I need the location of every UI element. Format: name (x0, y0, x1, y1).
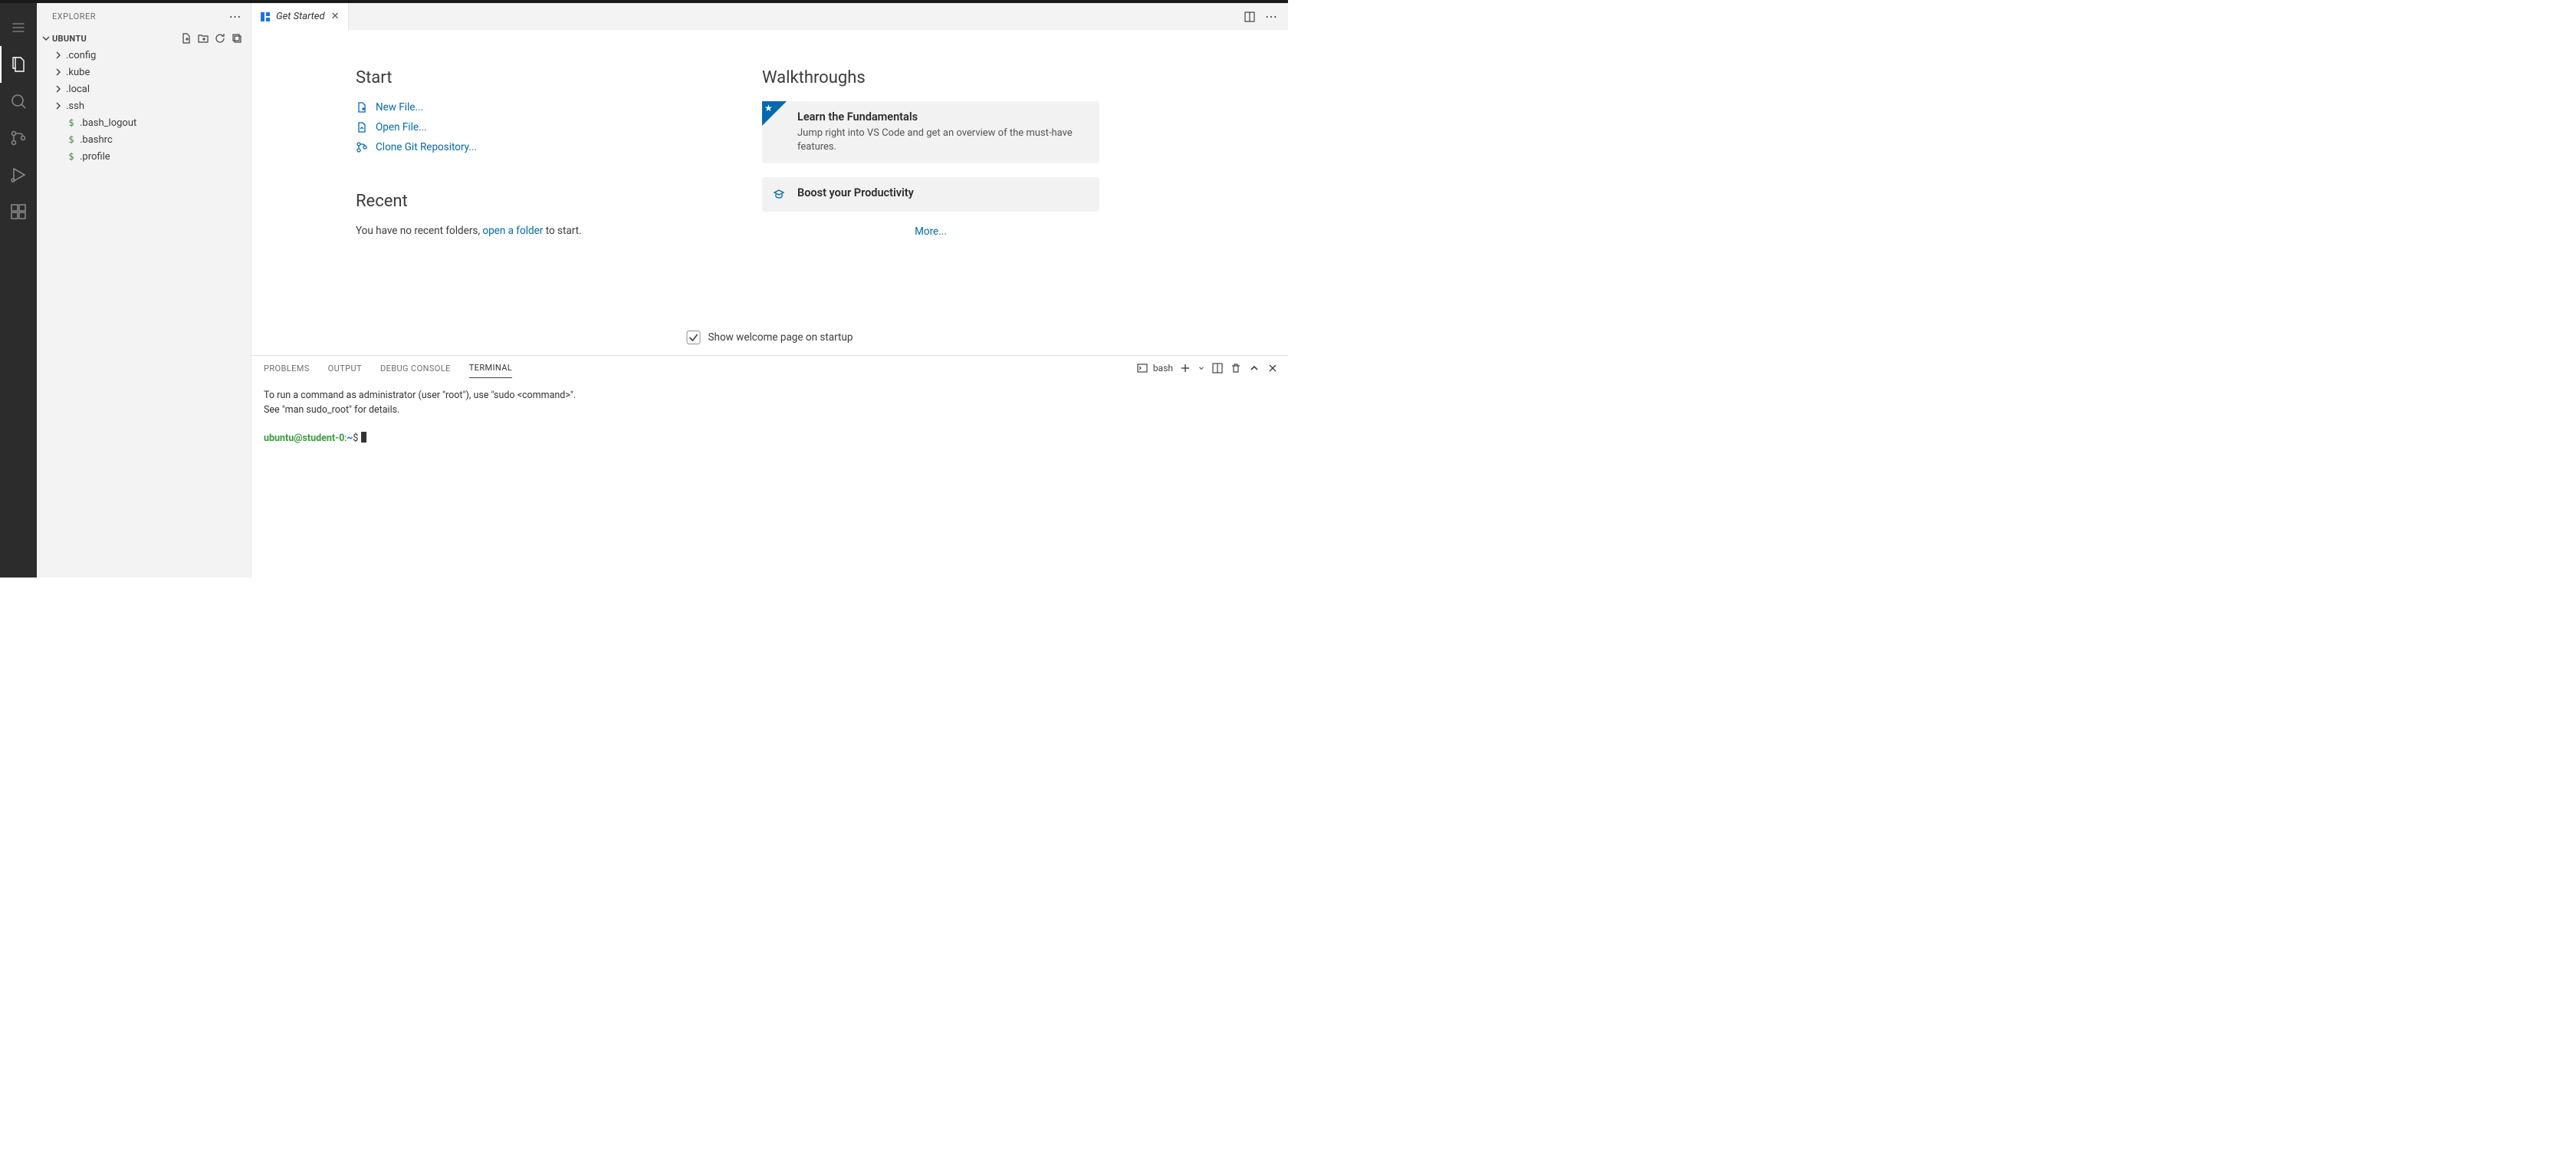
walkthrough-title: Boost your Productivity (797, 186, 1089, 199)
refresh-icon[interactable] (214, 32, 226, 44)
folder-root-header[interactable]: UBUNTU (37, 30, 251, 47)
panel-tab-debug[interactable]: DEBUG CONSOLE (380, 359, 451, 378)
tree-item-label: .local (64, 84, 90, 95)
split-editor-icon[interactable] (1244, 11, 1256, 23)
shell-file-icon: $ (64, 134, 78, 145)
new-file-icon[interactable] (180, 32, 192, 44)
trash-icon[interactable] (1230, 362, 1242, 374)
terminal-line: To run a command as administrator (user … (264, 390, 576, 401)
source-control-icon[interactable] (0, 120, 37, 156)
recent-prefix: You have no recent folders, (356, 225, 482, 237)
shell-name: bash (1153, 363, 1173, 373)
walkthrough-fundamentals[interactable]: ★ Learn the Fundamentals Jump right into… (762, 101, 1099, 163)
tab-bar: Get Started ✕ ⋯ (251, 3, 1288, 30)
tree-item-label: .bash_logout (78, 117, 136, 129)
tree-item-file[interactable]: $.profile (37, 148, 251, 165)
new-file-icon (356, 101, 368, 114)
close-icon[interactable]: ✕ (330, 11, 341, 22)
checkbox-label: Show welcome page on startup (708, 331, 853, 344)
editor-area: Get Started ✕ ⋯ Start New File... (251, 3, 1288, 578)
chevron-right-icon (52, 100, 64, 112)
welcome-page: Start New File... Open File... Clone Git… (251, 30, 1288, 355)
link-label: New File... (376, 101, 423, 114)
chevron-down-icon (40, 32, 52, 44)
run-debug-icon[interactable] (0, 156, 37, 193)
close-panel-icon[interactable] (1267, 362, 1279, 374)
shell-file-icon: $ (64, 117, 78, 128)
more-walkthroughs-link[interactable]: More... (762, 225, 1099, 238)
tree-item-folder[interactable]: .kube (37, 64, 251, 81)
sidebar-title: EXPLORER (52, 12, 229, 21)
sidebar-more-icon[interactable]: ⋯ (229, 9, 242, 24)
tree-item-folder[interactable]: .config (37, 47, 251, 64)
folder-root-label: UBUNTU (52, 34, 180, 44)
recent-heading: Recent (356, 192, 716, 211)
new-file-link[interactable]: New File... (356, 101, 716, 114)
terminal-shell-selector[interactable]: bash (1136, 362, 1173, 374)
terminal-prompt-sym: $ (353, 433, 358, 444)
chevron-down-icon[interactable] (1198, 364, 1205, 372)
walkthroughs-heading: Walkthroughs (762, 68, 1099, 87)
search-icon[interactable] (0, 83, 37, 120)
explorer-icon[interactable] (0, 46, 37, 83)
maximize-panel-icon[interactable] (1248, 362, 1260, 374)
link-label: Open File... (376, 121, 427, 133)
tree-item-label: .ssh (64, 100, 84, 112)
mortarboard-icon (773, 188, 785, 200)
bottom-panel: PROBLEMS OUTPUT DEBUG CONSOLE TERMINAL b… (251, 355, 1288, 578)
terminal-cursor (361, 432, 366, 443)
terminal-body[interactable]: To run a command as administrator (user … (251, 380, 1288, 578)
tree-item-label: .profile (78, 151, 110, 163)
tree-item-file[interactable]: $.bash_logout (37, 114, 251, 131)
activity-bar (0, 3, 37, 578)
tree-item-label: .kube (64, 67, 90, 78)
tree-item-label: .config (64, 50, 96, 61)
walkthrough-desc: Jump right into VS Code and get an overv… (797, 127, 1089, 154)
new-folder-icon[interactable] (197, 32, 209, 44)
git-icon (356, 141, 368, 153)
editor-more-icon[interactable]: ⋯ (1265, 9, 1277, 24)
chevron-right-icon (52, 83, 64, 95)
chevron-right-icon (52, 49, 64, 61)
explorer-sidebar: EXPLORER ⋯ UBUNTU .config .kube .local .… (37, 3, 251, 578)
shell-file-icon: $ (64, 151, 78, 162)
panel-tabs: PROBLEMS OUTPUT DEBUG CONSOLE TERMINAL b… (251, 356, 1288, 380)
walkthrough-title: Learn the Fundamentals (797, 110, 1089, 123)
open-folder-link[interactable]: open a folder (482, 225, 543, 237)
panel-tab-terminal[interactable]: TERMINAL (469, 358, 512, 378)
terminal-line: See "man sudo_root" for details. (264, 404, 399, 416)
chevron-right-icon (52, 66, 64, 78)
tree-item-label: .bashrc (78, 134, 113, 146)
panel-tab-problems[interactable]: PROBLEMS (264, 359, 310, 378)
tab-get-started[interactable]: Get Started ✕ (251, 3, 349, 30)
tree-item-folder[interactable]: .local (37, 81, 251, 97)
collapse-all-icon[interactable] (231, 32, 243, 44)
start-heading: Start (356, 68, 716, 87)
checkbox-checked[interactable] (687, 331, 701, 344)
tree-item-folder[interactable]: .ssh (37, 97, 251, 114)
extensions-icon[interactable] (0, 193, 37, 230)
recent-text: You have no recent folders, open a folde… (356, 225, 716, 237)
new-terminal-icon[interactable] (1179, 362, 1191, 374)
walkthrough-productivity[interactable]: Boost your Productivity (762, 177, 1099, 212)
tree-item-file[interactable]: $.bashrc (37, 131, 251, 148)
menu-icon[interactable] (0, 9, 37, 46)
open-file-icon (356, 121, 368, 133)
link-label: Clone Git Repository... (376, 141, 477, 153)
recent-suffix: to start. (543, 225, 581, 237)
split-terminal-icon[interactable] (1211, 362, 1224, 374)
star-icon: ★ (764, 103, 773, 114)
panel-tab-output[interactable]: OUTPUT (328, 359, 362, 378)
clone-repo-link[interactable]: Clone Git Repository... (356, 141, 716, 153)
show-welcome-checkbox-row: Show welcome page on startup (687, 331, 853, 344)
welcome-tab-icon (259, 11, 271, 23)
open-file-link[interactable]: Open File... (356, 121, 716, 133)
sidebar-header: EXPLORER ⋯ (37, 3, 251, 30)
tab-label: Get Started (276, 11, 325, 22)
terminal-prompt-userhost: ubuntu@student-0 (264, 433, 344, 444)
